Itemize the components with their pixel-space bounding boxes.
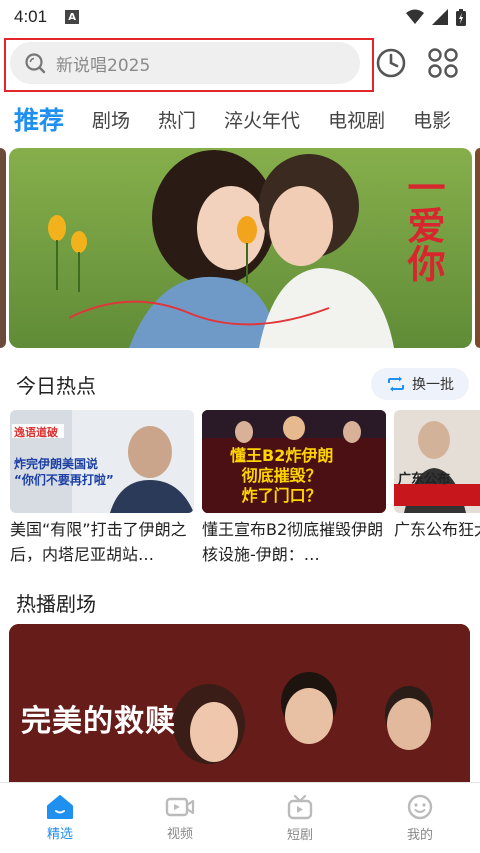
refresh-label: 换一批 <box>412 377 454 393</box>
banner-title: 一爱你 <box>401 168 446 282</box>
news-caption: 广东公布狂犬病可 <box>394 520 480 539</box>
category-tabs: 推荐 剧场 热门 淬火年代 电视剧 电影 <box>0 96 480 142</box>
search-icon <box>25 53 46 74</box>
nav-label: 视频 <box>166 826 193 842</box>
news-caption: 美国“有限”打击了伊朗之后，内塔尼亚胡站… <box>10 520 187 564</box>
tab-theater[interactable]: 剧场 <box>92 106 130 133</box>
tab-movies[interactable]: 电影 <box>413 106 451 133</box>
video-icon <box>165 797 195 816</box>
tab-cuihuo-niandai[interactable]: 淬火年代 <box>224 106 300 133</box>
refresh-button[interactable]: 换一批 <box>371 368 469 400</box>
categories-button[interactable] <box>426 46 460 80</box>
signal-icon <box>432 9 448 25</box>
news-card[interactable]: 懂王B2炸伊朗 彻底摧毁？ 炸了门口？ 懂王宣布B2彻底摧毁伊朗核设施-伊朗：… <box>202 410 386 567</box>
news-caption: 懂王宣布B2彻底摧毁伊朗核设施-伊朗：… <box>202 520 384 564</box>
bottom-nav: 精选 视频 短剧 我的 <box>0 782 480 853</box>
banner-prev-peek[interactable] <box>0 148 6 348</box>
refresh-icon <box>388 376 404 392</box>
news-card[interactable]: 广东公布 广东公布狂犬病可 <box>394 410 480 567</box>
news-thumbnail: 懂王B2炸伊朗 彻底摧毁？ 炸了门口？ <box>202 410 386 513</box>
news-thumbnail: 逸语道破 炸完伊朗美国说 “你们不要再打啦” <box>10 410 194 513</box>
search-input[interactable]: 新说唱2025 <box>10 42 360 84</box>
hot-today-title: 今日热点 <box>16 374 96 398</box>
nav-featured[interactable]: 精选 <box>0 783 120 853</box>
status-time: 4:01 <box>14 7 48 26</box>
search-row: 新说唱2025 <box>0 36 480 94</box>
drama-title: 完美的救赎 <box>21 704 176 739</box>
news-thumbnail: 广东公布 <box>394 410 480 513</box>
tv-icon <box>287 794 313 819</box>
smile-icon <box>407 794 433 819</box>
notification-icon: A <box>65 10 80 24</box>
news-card[interactable]: 逸语道破 炸完伊朗美国说 “你们不要再打啦” 美国“有限”打击了伊朗之后，内塔尼… <box>10 410 194 567</box>
nav-profile[interactable]: 我的 <box>360 783 480 853</box>
status-indicators <box>406 8 466 26</box>
history-button[interactable] <box>374 46 408 80</box>
wifi-icon <box>406 9 424 24</box>
news-source-tag: 逸语道破 <box>14 426 58 439</box>
search-placeholder: 新说唱2025 <box>56 55 151 76</box>
nav-label: 我的 <box>406 827 433 843</box>
nav-video[interactable]: 视频 <box>120 783 240 853</box>
home-icon <box>47 794 73 819</box>
news-thumb-headline: 炸完伊朗美国说 “你们不要再打啦” <box>14 457 114 487</box>
tab-recommend[interactable]: 推荐 <box>14 101 64 137</box>
tab-popular[interactable]: 热门 <box>158 106 196 133</box>
drama-card[interactable]: 完美的救赎 <box>9 624 470 784</box>
banner-next-peek[interactable] <box>475 148 480 348</box>
tab-tv-series[interactable]: 电视剧 <box>328 106 385 133</box>
news-thumbnail-image <box>394 410 480 513</box>
news-thumb-headline: 广东公布 <box>398 472 451 487</box>
battery-icon <box>456 8 466 26</box>
hot-theater-title: 热播剧场 <box>16 592 96 616</box>
news-thumb-headline: 懂王B2炸伊朗 彻底摧毁？ 炸了门口？ <box>230 446 334 505</box>
nav-label: 短剧 <box>286 827 313 843</box>
clock-icon <box>376 48 406 78</box>
nav-label: 精选 <box>46 826 73 842</box>
featured-banner[interactable]: 一爱你 <box>9 148 472 348</box>
status-bar: 4:01 A <box>0 0 480 34</box>
nav-short-drama[interactable]: 短剧 <box>240 783 360 853</box>
grid-icon <box>428 48 458 78</box>
